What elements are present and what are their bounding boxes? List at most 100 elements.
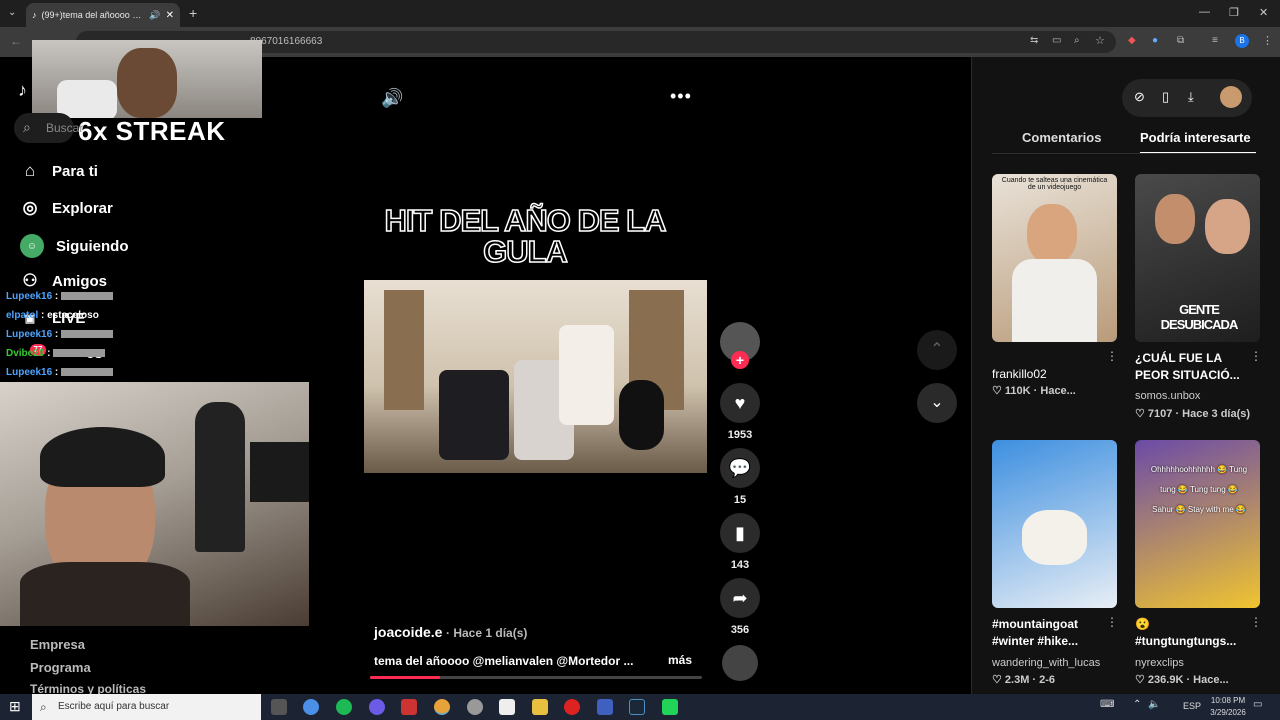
extensions-puzzle-icon[interactable]: ⧉ — [1177, 35, 1184, 46]
download-icon[interactable]: ⤓ — [1188, 89, 1194, 105]
taskbar-search[interactable]: ⌕ Escribe aquí para buscar — [32, 694, 261, 720]
restore-icon[interactable]: ❐ — [1229, 6, 1239, 19]
next-video-button[interactable]: ⌄ — [917, 383, 957, 423]
suggested-video-title[interactable]: #mountaingoat #winter #hike... — [992, 616, 1110, 650]
phone-icon[interactable]: ▯ — [1162, 89, 1169, 105]
sidebar-item-siguiendo[interactable]: ☺ Siguiendo — [20, 234, 129, 258]
tab-podria-interesarte[interactable]: Podría interesarte — [1140, 130, 1251, 145]
menu-kebab-icon[interactable]: ⋮ — [1262, 34, 1273, 47]
shelf-shape — [384, 290, 424, 410]
streamer-webcam-main — [0, 382, 309, 626]
task-view-icon[interactable] — [271, 699, 287, 715]
card-more-icon[interactable]: ⋮ — [1250, 615, 1262, 629]
face-shape — [117, 48, 177, 118]
chevron-up-tray-icon[interactable]: ⌃ — [1133, 699, 1141, 710]
tab-search-list-icon[interactable]: ≡ — [1212, 35, 1218, 46]
bookmark-icon: ▮ — [735, 522, 745, 543]
suggested-video-title[interactable]: frankillo02 — [992, 366, 1110, 383]
share-button[interactable]: ➦ — [720, 578, 760, 618]
sidebar-item-explorar[interactable]: ◎ Explorar — [20, 198, 113, 218]
more-options-icon[interactable]: ••• — [670, 86, 692, 107]
windows-start-icon[interactable]: ⊞ — [9, 698, 21, 715]
more-link[interactable]: más — [668, 653, 692, 667]
cast-icon[interactable]: ▭ — [1052, 35, 1061, 46]
like-button[interactable]: ♥ — [720, 383, 760, 423]
suggested-video-thumb[interactable]: Ohhhhhoohhhhhh 😂 Tung tung 😂 Tung tung 😂… — [1135, 440, 1260, 608]
suggested-video-author[interactable]: somos.unbox — [1135, 390, 1200, 402]
following-icon: ☺ — [20, 234, 44, 258]
suggested-video-thumb[interactable]: Cuando te salteas una cinemática de un v… — [992, 174, 1117, 342]
card-more-icon[interactable]: ⋮ — [1106, 615, 1118, 629]
tab-comentarios[interactable]: Comentarios — [1022, 130, 1101, 145]
file-explorer-icon[interactable] — [532, 699, 548, 715]
suggested-video-title[interactable]: ¿CUÁL FUE LA PEOR SITUACIÓ... — [1135, 350, 1253, 384]
chevron-up-icon: ⌃ — [930, 341, 944, 358]
sound-disc-icon[interactable] — [722, 645, 758, 681]
compass-icon: ◎ — [22, 198, 38, 217]
notifications-icon[interactable]: ▭ — [1253, 699, 1262, 710]
card-more-icon[interactable]: ⋮ — [1106, 349, 1118, 363]
sidebar-item-amigos[interactable]: ⚇ Amigos — [20, 271, 107, 291]
tab-title: (99+)tema del añoooo @m — [41, 10, 145, 20]
minimize-icon[interactable]: — — [1199, 6, 1210, 18]
copilot-icon[interactable] — [303, 699, 319, 715]
suggested-video-thumb[interactable] — [992, 440, 1117, 608]
chat-line: Dvibe20 : — [6, 348, 106, 359]
tiktok-logo-icon[interactable]: ♪ — [18, 80, 27, 101]
save-button[interactable]: ▮ — [720, 513, 760, 553]
close-tab-icon[interactable]: ✕ — [166, 10, 174, 21]
volume-icon[interactable]: 🔊 — [381, 88, 403, 109]
zoom-icon[interactable]: ⌕ — [1074, 35, 1080, 46]
suggested-video-title[interactable]: 😮 #tungtungtungs... — [1135, 616, 1253, 650]
suggested-video-thumb[interactable]: GENTE DESUBICADA — [1135, 174, 1260, 342]
new-tab-icon[interactable]: + — [189, 5, 197, 21]
progress-track[interactable] — [370, 676, 702, 679]
speaker-icon[interactable]: 🔊 — [149, 10, 160, 21]
back-icon[interactable]: ← — [10, 34, 22, 48]
spotify-icon[interactable] — [336, 699, 352, 715]
clock-date[interactable]: 3/29/2026 — [1204, 708, 1252, 717]
shirt-shape — [57, 80, 117, 118]
app-icon[interactable] — [499, 699, 515, 715]
streak-overlay-text: 6x STREAK — [78, 116, 226, 146]
comment-button[interactable]: 💬 — [720, 448, 760, 488]
video-author[interactable]: joacoide.e — [374, 624, 442, 640]
keyboard-icon[interactable]: ⌨ — [1100, 699, 1114, 710]
obs-icon[interactable] — [467, 699, 483, 715]
user-avatar[interactable] — [1220, 86, 1242, 108]
language-indicator[interactable]: ESP — [1183, 701, 1201, 711]
video-frame[interactable] — [364, 280, 707, 473]
translate-icon[interactable]: ⇆ — [1030, 35, 1038, 46]
extension-2-icon[interactable]: ● — [1152, 35, 1158, 46]
extension-icon[interactable]: ◆ — [1128, 35, 1136, 46]
card-more-icon[interactable]: ⋮ — [1250, 349, 1262, 363]
profile-avatar-icon[interactable]: B — [1235, 34, 1249, 48]
speaker-tray-icon[interactable]: 🔈 — [1148, 699, 1160, 710]
browser-tab[interactable]: ♪ (99+)tema del añoooo @m 🔊 ✕ — [26, 3, 180, 27]
discord-icon[interactable] — [369, 699, 385, 715]
bookmark-star-icon[interactable]: ☆ — [1095, 34, 1105, 47]
app-icon[interactable] — [597, 699, 613, 715]
kick-icon[interactable] — [662, 699, 678, 715]
video-caption: tema del añoooo @melianvalen @Mortedor .… — [374, 654, 634, 668]
chair-shape — [619, 380, 664, 450]
previous-video-button[interactable]: ⌃ — [917, 330, 957, 370]
sidebar-search[interactable]: ⌕ Buscar — [14, 113, 83, 143]
opera-icon[interactable] — [564, 699, 580, 715]
suggested-video-author[interactable]: wandering_with_lucas — [992, 657, 1100, 669]
chrome-icon[interactable] — [434, 699, 450, 715]
footer-link-programa[interactable]: Programa — [30, 660, 91, 675]
clock-time[interactable]: 10:08 PM — [1208, 696, 1248, 705]
search-icon: ⌕ — [23, 119, 31, 135]
sidebar-item-para-ti[interactable]: ⌂ Para ti — [20, 161, 98, 181]
chat-line: Lupeek16 : — [6, 367, 114, 378]
footer-link-empresa[interactable]: Empresa — [30, 637, 85, 652]
compass-small-icon[interactable]: ⊘ — [1134, 89, 1145, 105]
app-icon[interactable] — [401, 699, 417, 715]
suggested-video-author[interactable]: nyrexclips — [1135, 657, 1184, 669]
suggested-video-stats: ♡ 236.9K · Hace... — [1135, 674, 1229, 686]
follow-plus-icon[interactable]: + — [731, 351, 749, 369]
close-window-icon[interactable]: ✕ — [1259, 6, 1268, 19]
tab-search-icon[interactable]: ⌄ — [8, 7, 16, 18]
steam-icon[interactable] — [629, 699, 645, 715]
